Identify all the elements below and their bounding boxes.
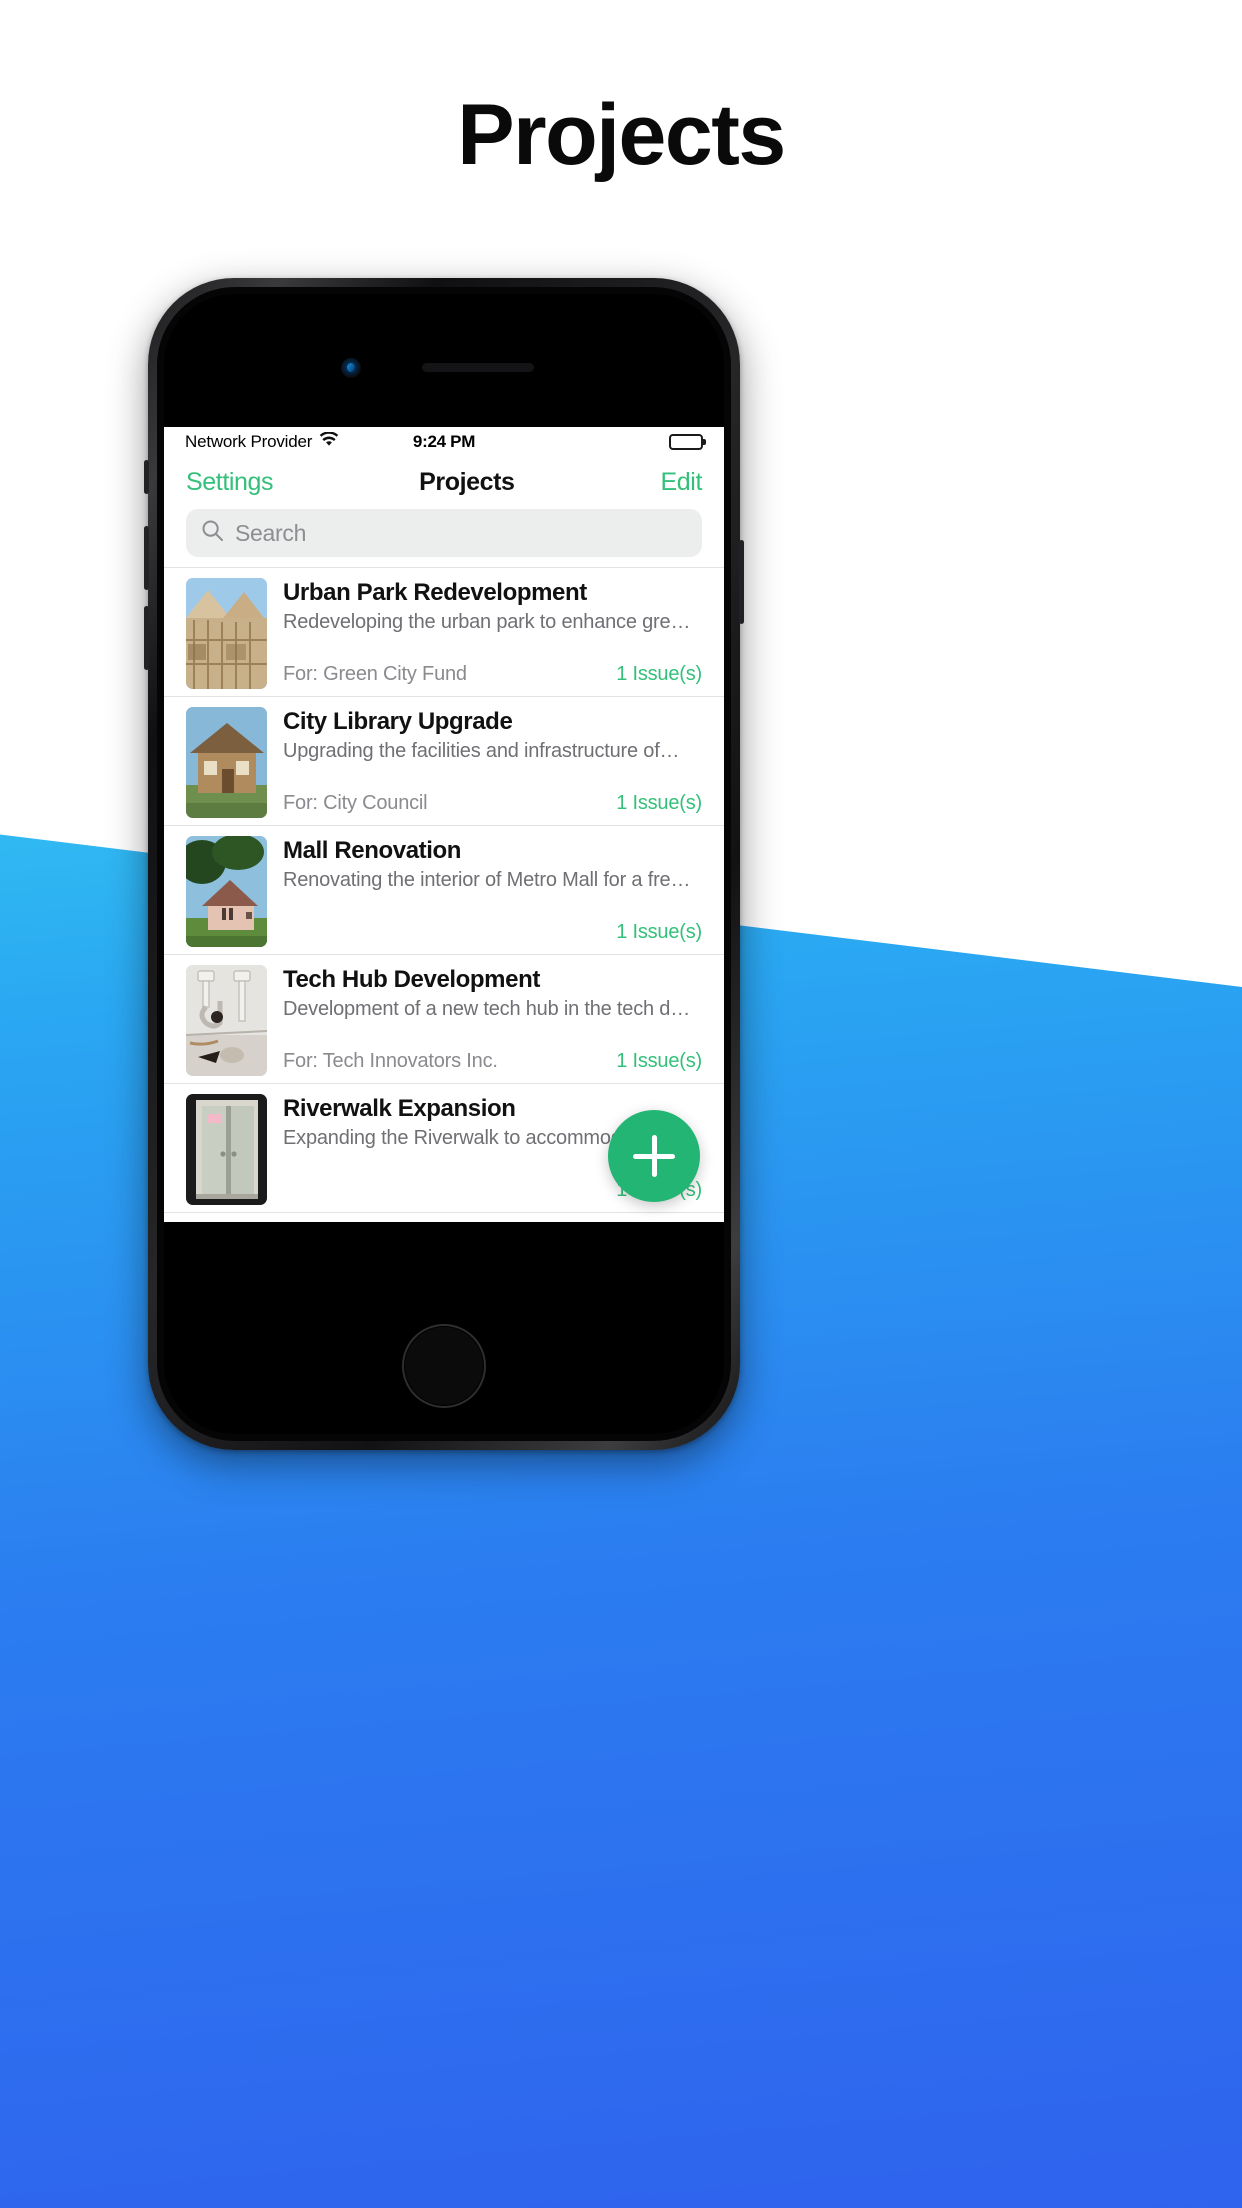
- edit-button[interactable]: Edit: [661, 468, 703, 497]
- project-title: Urban Park Redevelopment: [283, 579, 587, 606]
- project-thumbnail-house-among-trees-photo: [186, 836, 267, 947]
- list-item[interactable]: Urban Park Redevelopment Redeveloping th…: [164, 567, 724, 696]
- project-client: For: Tech Innovators Inc.: [283, 1050, 498, 1072]
- wifi-icon: [319, 431, 339, 452]
- project-title: City Library Upgrade: [283, 708, 513, 735]
- project-issue-count: 1 Issue(s): [616, 1050, 702, 1072]
- project-client: For: Green City Fund: [283, 663, 467, 685]
- project-meta: For: Green City Fund 1 Issue(s): [283, 663, 702, 696]
- project-description: Development of a new tech hub in the tec…: [283, 998, 691, 1021]
- search-icon: [201, 519, 224, 547]
- navigation-bar: Settings Projects Edit: [164, 457, 724, 507]
- search-placeholder: Search: [235, 519, 307, 546]
- list-item[interactable]: Mall Renovation Renovating the interior …: [164, 825, 724, 954]
- list-item-body: Mall Renovation Renovating the interior …: [283, 836, 702, 954]
- search-input[interactable]: Search: [186, 509, 702, 557]
- status-bar-time: 9:24 PM: [412, 432, 476, 451]
- status-bar-right: [475, 434, 703, 450]
- nav-title: Projects: [419, 467, 515, 496]
- carrier-label: Network Provider: [185, 432, 313, 451]
- project-title: Tech Hub Development: [283, 966, 540, 993]
- earpiece-speaker-icon: [422, 363, 534, 372]
- project-description: Upgrading the facilities and infrastruct…: [283, 740, 680, 763]
- project-meta: 1 Issue(s): [283, 921, 702, 954]
- project-description: Renovating the interior of Metro Mall fo…: [283, 869, 691, 892]
- project-description: Redeveloping the urban park to enhance g…: [283, 611, 691, 634]
- page-title: Projects: [457, 87, 786, 183]
- settings-button[interactable]: Settings: [186, 468, 274, 497]
- plus-icon: [651, 1135, 657, 1177]
- list-item-body: Tech Hub Development Development of a ne…: [283, 965, 702, 1083]
- mute-switch[interactable]: [144, 460, 149, 494]
- project-meta: For: Tech Innovators Inc. 1 Issue(s): [283, 1050, 702, 1083]
- project-thumbnail-wooden-house-photo: [186, 707, 267, 818]
- project-issue-count: 1 Issue(s): [616, 663, 702, 685]
- phone-screen: Network Provider 9:24 PM Settings Projec…: [164, 427, 724, 1222]
- list-item-body: Urban Park Redevelopment Redeveloping th…: [283, 578, 702, 696]
- project-title: Mall Renovation: [283, 837, 462, 864]
- power-button[interactable]: [739, 540, 744, 624]
- list-item-body: City Library Upgrade Upgrading the facil…: [283, 707, 702, 825]
- search-bar-container: Search: [164, 507, 724, 567]
- status-bar: Network Provider 9:24 PM: [164, 427, 724, 457]
- project-client: For: City Council: [283, 792, 428, 814]
- project-issue-count: 1 Issue(s): [616, 921, 702, 943]
- battery-icon: [669, 434, 703, 450]
- status-bar-left: Network Provider: [185, 431, 413, 452]
- list-item[interactable]: City Library Upgrade Upgrading the facil…: [164, 696, 724, 825]
- list-item[interactable]: Tech Hub Development Development of a ne…: [164, 954, 724, 1083]
- home-button[interactable]: [402, 1324, 486, 1408]
- phone-body: Network Provider 9:24 PM Settings Projec…: [164, 294, 724, 1434]
- project-thumbnail-interior-door-photo: [186, 1094, 267, 1205]
- add-project-fab[interactable]: [608, 1110, 700, 1202]
- front-camera-icon: [341, 358, 361, 378]
- volume-up-button[interactable]: [144, 526, 149, 590]
- project-thumbnail-construction-framing-photo: [186, 578, 267, 689]
- project-thumbnail-under-sink-plumbing-photo: [186, 965, 267, 1076]
- list-item[interactable]: Greenfield Renovation A renovation proje…: [164, 1212, 724, 1222]
- project-issue-count: 1 Issue(s): [616, 792, 702, 814]
- phone-mockup: Network Provider 9:24 PM Settings Projec…: [144, 278, 744, 1450]
- volume-down-button[interactable]: [144, 606, 149, 670]
- project-meta: For: City Council 1 Issue(s): [283, 792, 702, 825]
